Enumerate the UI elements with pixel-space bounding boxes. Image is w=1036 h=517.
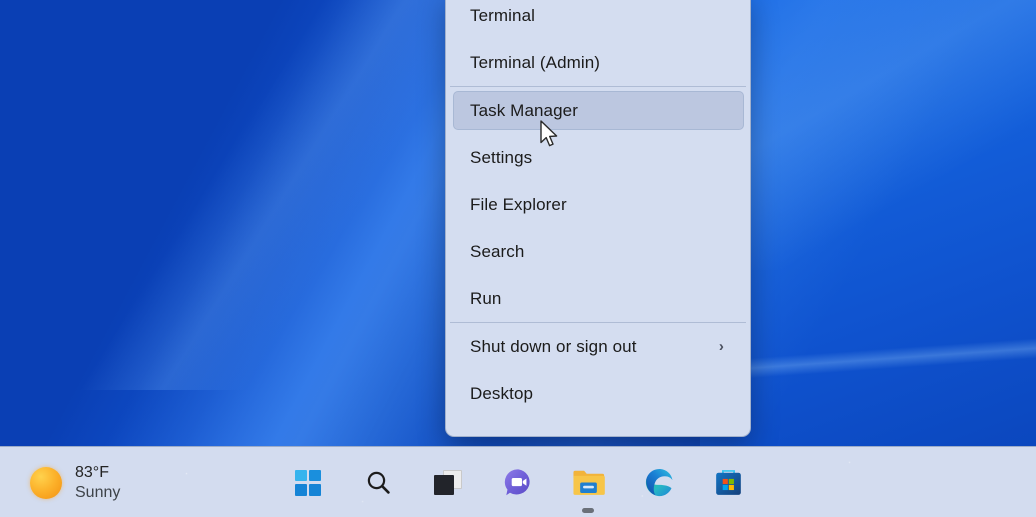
microsoft-store-button[interactable] <box>704 459 752 507</box>
taskbar[interactable]: 83°F Sunny <box>0 446 1036 517</box>
menu-item-label: Terminal <box>470 5 536 25</box>
task-view-icon <box>434 470 462 495</box>
winx-quick-link-menu[interactable]: Terminal Terminal (Admin) Task Manager S… <box>445 0 751 437</box>
windows-logo-icon <box>295 469 321 496</box>
menu-item-desktop[interactable]: Desktop <box>446 370 750 417</box>
menu-item-label: Search <box>470 241 525 261</box>
menu-item-run[interactable]: Run <box>446 275 750 322</box>
start-button[interactable] <box>284 459 332 507</box>
menu-item-label: Run <box>470 288 502 308</box>
menu-item-shut-down-or-sign-out[interactable]: Shut down or sign out › <box>446 323 750 370</box>
file-explorer-button[interactable] <box>564 459 612 513</box>
menu-item-label: Shut down or sign out <box>470 336 637 356</box>
menu-item-label: Terminal (Admin) <box>470 52 601 72</box>
task-view-button[interactable] <box>424 459 472 507</box>
store-bag-icon <box>715 470 741 495</box>
taskbar-icon-group <box>0 447 1036 517</box>
active-app-indicator <box>582 507 594 513</box>
menu-item-task-manager[interactable]: Task Manager <box>446 87 750 134</box>
folder-icon <box>572 470 605 495</box>
menu-item-settings[interactable]: Settings <box>446 134 750 181</box>
menu-item-terminal[interactable]: Terminal <box>446 0 750 39</box>
chat-button[interactable] <box>494 459 542 507</box>
menu-item-label: Task Manager <box>470 100 578 120</box>
search-button[interactable] <box>354 459 402 507</box>
menu-item-label: Desktop <box>470 383 534 403</box>
menu-item-label: File Explorer <box>470 194 567 214</box>
menu-item-label: Settings <box>470 147 533 167</box>
edge-button[interactable] <box>634 459 682 507</box>
edge-browser-icon <box>645 468 672 497</box>
chevron-right-icon: › <box>718 338 724 355</box>
chat-video-icon <box>504 469 530 496</box>
menu-item-terminal-admin[interactable]: Terminal (Admin) <box>446 39 750 86</box>
menu-item-file-explorer[interactable]: File Explorer <box>446 181 750 228</box>
search-icon <box>367 471 390 494</box>
menu-item-search[interactable]: Search <box>446 228 750 275</box>
